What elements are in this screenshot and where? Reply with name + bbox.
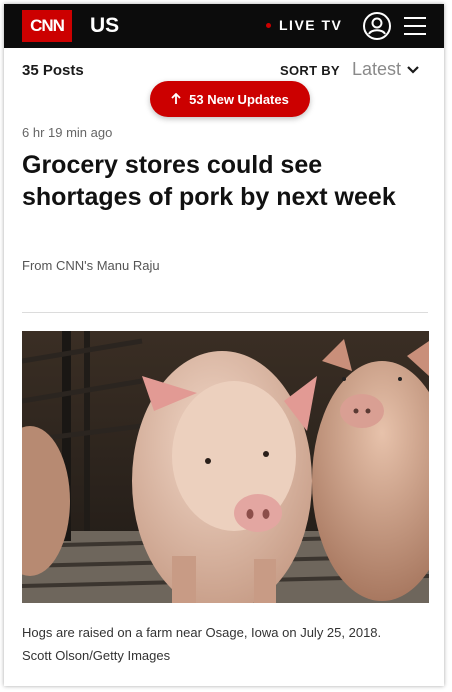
post-timestamp: 6 hr 19 min ago (22, 125, 113, 140)
live-tv-label: LIVE TV (279, 17, 343, 33)
sort-dropdown[interactable]: Latest (352, 59, 419, 80)
posts-count: 35 Posts (22, 62, 84, 79)
photo-caption: Hogs are raised on a farm near Osage, Io… (22, 625, 382, 640)
logo-text: CNN (30, 16, 65, 35)
user-icon[interactable] (362, 11, 392, 41)
new-updates-button[interactable]: 53 New Updates (150, 81, 310, 117)
arrow-up-icon (171, 93, 181, 104)
menu-icon[interactable] (403, 14, 427, 38)
article-photo[interactable] (22, 331, 429, 603)
cnn-logo[interactable]: CNN (22, 10, 72, 42)
divider (22, 312, 428, 313)
edition-label[interactable]: US (90, 14, 119, 38)
new-updates-label: 53 New Updates (189, 91, 289, 107)
sort-by-label: SORT BY (280, 63, 340, 78)
post-headline: Grocery stores could see shortages of po… (22, 151, 396, 211)
top-nav-bar: CNN US LIVE TV (4, 4, 444, 48)
live-dot-icon (266, 22, 271, 28)
photo-credit: Scott Olson/Getty Images (22, 648, 171, 663)
app-frame: CNN US LIVE TV 35 Posts SORT BY Latest 5… (4, 4, 444, 686)
pigs-photo-illustration (22, 331, 429, 603)
post-byline: From CNN's Manu Raju (22, 258, 160, 273)
chevron-down-icon (407, 65, 419, 74)
sort-value: Latest (352, 59, 402, 79)
live-tv-link[interactable]: LIVE TV (266, 17, 342, 33)
